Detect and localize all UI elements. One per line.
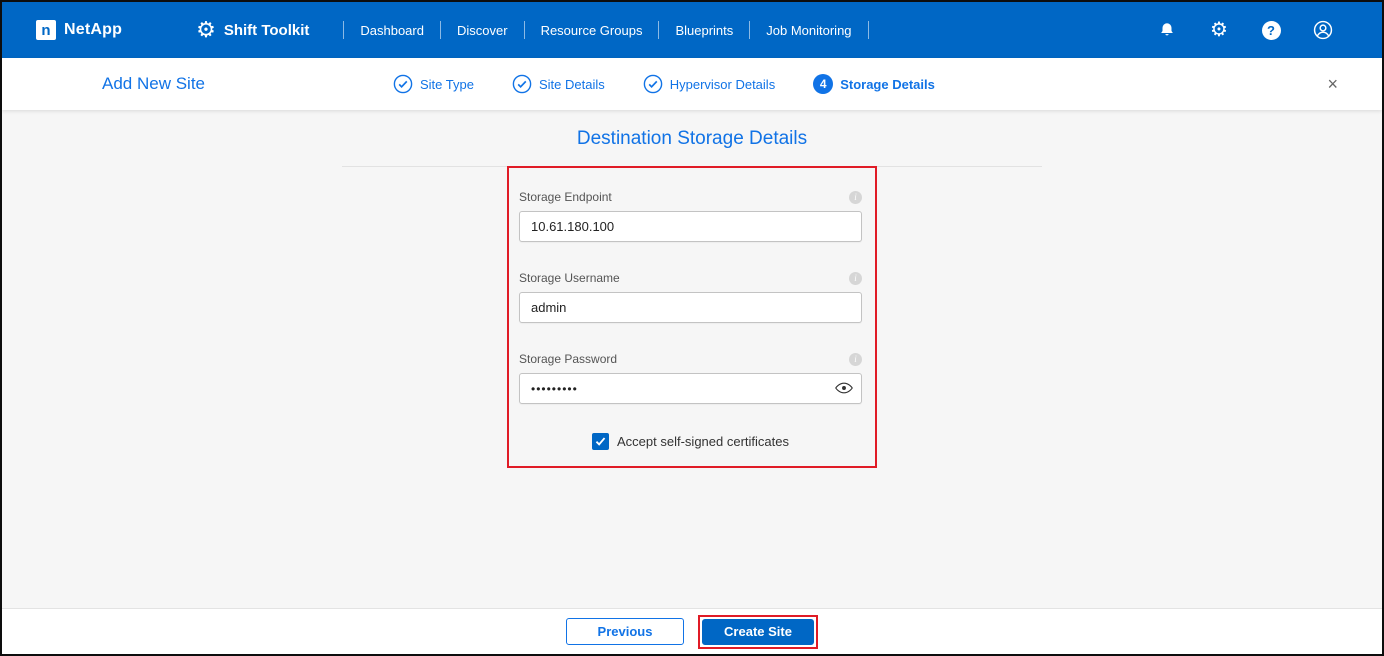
nav-item-dashboard[interactable]: Dashboard	[360, 23, 424, 38]
step-site-details[interactable]: Site Details	[512, 74, 605, 94]
storage-password-label: Storage Password	[519, 352, 618, 366]
nav-separator	[439, 21, 441, 39]
storage-password-group: Storage Password i	[519, 352, 862, 404]
create-site-annotation-box: Create Site	[698, 614, 818, 649]
nav-item-discover[interactable]: Discover	[457, 23, 508, 38]
check-circle-icon	[393, 74, 413, 94]
nav-item-resource-groups[interactable]: Resource Groups	[541, 23, 643, 38]
step-number-badge: 4	[813, 74, 834, 94]
netapp-logo[interactable]: n NetApp	[36, 20, 122, 40]
nav-item-blueprints[interactable]: Blueprints	[675, 23, 733, 38]
step-label: Site Details	[538, 76, 605, 92]
page-title: Add New Site	[102, 74, 205, 93]
application-window: n NetApp ⚙ Shift Toolkit Dashboard Disco…	[0, 0, 1384, 656]
storage-password-input[interactable]	[519, 373, 862, 404]
wizard-steps: Site Type Site Details Hypervisor Detail…	[393, 74, 935, 94]
nav-separator	[523, 21, 525, 39]
accept-certificates-label: Accept self-signed certificates	[617, 434, 789, 449]
main-navigation: Dashboard Discover Resource Groups Bluep…	[327, 21, 884, 39]
accept-certificates-row: Accept self-signed certificates	[519, 433, 862, 450]
nav-separator	[749, 21, 751, 39]
bell-icon[interactable]	[1156, 19, 1178, 41]
step-label: Site Type	[420, 76, 474, 92]
form-title: Destination Storage Details	[576, 128, 808, 149]
gear-icon[interactable]: ⚙	[1208, 19, 1230, 41]
storage-endpoint-group: Storage Endpoint i	[519, 190, 862, 242]
top-action-icons: ⚙ ?	[1156, 19, 1356, 41]
brand-name: NetApp	[64, 21, 123, 38]
nav-item-job-monitoring[interactable]: Job Monitoring	[766, 23, 851, 38]
shift-toolkit-title: ⚙ Shift Toolkit	[196, 19, 309, 41]
storage-username-input[interactable]	[519, 292, 862, 323]
info-icon[interactable]: i	[849, 190, 862, 204]
step-label: Storage Details	[840, 76, 935, 92]
step-label: Hypervisor Details	[669, 76, 776, 92]
storage-username-group: Storage Username i	[519, 271, 862, 323]
top-navigation-bar: n NetApp ⚙ Shift Toolkit Dashboard Disco…	[2, 2, 1382, 58]
info-icon[interactable]: i	[849, 271, 862, 285]
help-icon[interactable]: ?	[1260, 19, 1282, 41]
storage-endpoint-input[interactable]	[519, 211, 862, 242]
step-site-type[interactable]: Site Type	[393, 74, 474, 94]
storage-form-annotation-box: Storage Endpoint i Storage Username i	[507, 166, 877, 468]
previous-button[interactable]: Previous	[566, 618, 684, 645]
close-icon[interactable]: ×	[1323, 71, 1342, 97]
show-password-eye-icon[interactable]	[835, 381, 853, 400]
wizard-footer: Previous Create Site	[2, 608, 1382, 654]
step-storage-details[interactable]: 4 Storage Details	[813, 74, 935, 94]
step-hypervisor-details[interactable]: Hypervisor Details	[643, 74, 775, 94]
app-title: Shift Toolkit	[223, 21, 310, 39]
accept-certificates-checkbox[interactable]	[592, 433, 610, 450]
storage-endpoint-label: Storage Endpoint	[519, 190, 612, 204]
check-circle-icon	[643, 74, 663, 94]
main-content: Destination Storage Details Storage Endp…	[2, 110, 1382, 608]
storage-username-label: Storage Username	[519, 271, 620, 285]
account-icon[interactable]	[1312, 19, 1334, 41]
wizard-header: Add New Site Site Type Site Details Hype…	[2, 58, 1382, 110]
netapp-logo-icon: n	[36, 20, 56, 40]
nav-separator	[343, 21, 345, 39]
create-site-button[interactable]: Create Site	[702, 618, 814, 645]
shift-toolkit-icon: ⚙	[196, 17, 216, 42]
nav-separator	[658, 21, 660, 39]
nav-separator	[867, 21, 869, 39]
check-circle-icon	[512, 74, 532, 94]
info-icon[interactable]: i	[849, 352, 862, 366]
